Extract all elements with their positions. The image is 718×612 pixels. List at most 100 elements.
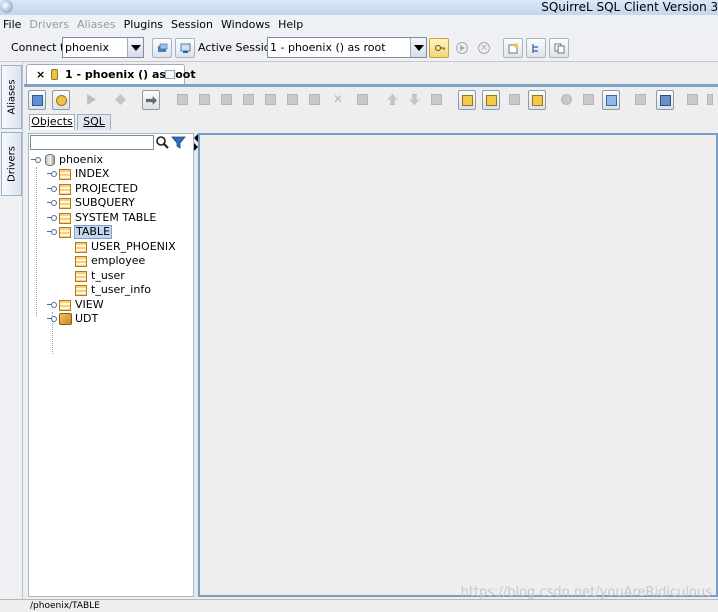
connect-button[interactable] xyxy=(152,38,172,58)
tool-button-10[interactable] xyxy=(458,90,476,110)
lock-icon xyxy=(707,94,713,105)
active-session-combo[interactable]: 1 - phoenix () as root xyxy=(267,37,427,58)
table-icon xyxy=(75,242,87,253)
float-tab-icon[interactable] xyxy=(165,70,175,79)
tree-node-label: INDEX xyxy=(75,167,110,180)
tree-node-index[interactable]: INDEX xyxy=(47,167,187,181)
tool-button-12[interactable] xyxy=(506,90,524,110)
filter-icon[interactable] xyxy=(171,135,186,150)
expand-toggle-icon[interactable] xyxy=(47,185,57,193)
tool-button-19[interactable] xyxy=(704,90,716,110)
expand-toggle-icon[interactable] xyxy=(47,301,57,309)
expand-toggle-icon[interactable] xyxy=(47,199,57,207)
stop-icon[interactable]: × xyxy=(478,42,490,54)
refresh-button[interactable] xyxy=(28,90,46,110)
tree-node-subquery[interactable]: SUBQUERY xyxy=(47,196,187,210)
goto-button[interactable] xyxy=(142,90,160,110)
search-icon[interactable] xyxy=(155,135,170,150)
tree-node-label: PROJECTED xyxy=(75,182,138,195)
sync-icon xyxy=(56,95,67,106)
tool-button-3[interactable] xyxy=(218,90,236,110)
tree-node-root[interactable]: phoenix xyxy=(31,153,191,167)
menu-plugins[interactable]: Plugins xyxy=(121,18,168,31)
explain-button[interactable] xyxy=(112,90,130,110)
table-icon xyxy=(75,271,87,282)
tree-node-label: phoenix xyxy=(59,153,103,166)
expand-toggle-icon[interactable] xyxy=(31,156,41,164)
tool-button-6[interactable] xyxy=(284,90,302,110)
tab-objects[interactable]: Objects xyxy=(29,114,75,130)
drivers-tab-label: Drivers xyxy=(6,146,17,182)
tool-button-2[interactable] xyxy=(196,90,214,110)
find-button[interactable] xyxy=(558,90,576,110)
drivers-tab[interactable]: Drivers xyxy=(1,132,22,196)
tool-button-15[interactable] xyxy=(602,90,620,110)
connect-to-combo[interactable]: phoenix xyxy=(62,37,144,58)
table-edit-icon xyxy=(462,95,473,106)
sync-button[interactable] xyxy=(52,90,70,110)
aliases-tab[interactable]: Aliases xyxy=(1,65,22,129)
tool-button-13[interactable] xyxy=(528,90,546,110)
search-input[interactable] xyxy=(30,135,154,150)
run-sql-button[interactable] xyxy=(429,38,449,58)
expand-toggle-icon[interactable] xyxy=(47,214,57,222)
tree-node-projected[interactable]: PROJECTED xyxy=(47,182,187,196)
menu-file[interactable]: File xyxy=(0,18,26,31)
expand-toggle-icon[interactable] xyxy=(47,228,57,236)
tree-node-table[interactable]: TABLE xyxy=(47,225,187,239)
play-icon[interactable] xyxy=(456,42,468,54)
tree-node-system-table[interactable]: SYSTEM TABLE xyxy=(47,211,187,225)
expand-toggle-icon[interactable] xyxy=(47,170,57,178)
clipboard-icon xyxy=(687,94,698,105)
edit-icon xyxy=(199,94,210,105)
menu-session[interactable]: Session xyxy=(168,18,218,31)
tile-button[interactable] xyxy=(526,38,546,58)
tool-button-9[interactable] xyxy=(428,90,446,110)
tool-button-8[interactable] xyxy=(354,90,372,110)
menu-windows[interactable]: Windows xyxy=(218,18,275,31)
tree-node-label: SYSTEM TABLE xyxy=(75,211,157,224)
main-toolbar: Connect to: phoenix Active Session: 1 - … xyxy=(0,33,718,62)
menu-drivers[interactable]: Drivers xyxy=(26,18,74,31)
menu-bar: File Drivers Aliases Plugins Session Win… xyxy=(0,15,718,33)
tool-button-7[interactable] xyxy=(306,90,324,110)
tool-button-5[interactable] xyxy=(262,90,280,110)
tree-node-udt[interactable]: UDT xyxy=(47,312,187,326)
session-toolbar: ✕ xyxy=(28,90,718,110)
tool-button-16[interactable] xyxy=(632,90,650,110)
move-down-button[interactable] xyxy=(406,90,424,110)
tree-leaf-employee[interactable]: employee xyxy=(75,254,191,268)
session-tab[interactable]: × 1 - phoenix () as root xyxy=(26,64,196,84)
chevron-down-icon[interactable] xyxy=(410,38,426,57)
tree-node-view[interactable]: VIEW xyxy=(47,298,187,312)
tree-leaf-user-phoenix[interactable]: USER_PHOENIX xyxy=(75,240,191,254)
document-icon xyxy=(177,94,188,105)
cascade-button[interactable] xyxy=(549,38,569,58)
tool-button-11[interactable] xyxy=(482,90,500,110)
tool-button-14[interactable] xyxy=(580,90,598,110)
tree-leaf-t-user-info[interactable]: t_user_info xyxy=(75,283,191,297)
tree-node-label: UDT xyxy=(75,312,99,325)
tab-sql[interactable]: SQL xyxy=(77,114,111,130)
close-tab-icon[interactable]: × xyxy=(36,68,45,81)
tool-button-4[interactable] xyxy=(240,90,258,110)
tool-button-1[interactable] xyxy=(174,90,192,110)
tree-node-label: USER_PHOENIX xyxy=(91,240,176,253)
run-button[interactable] xyxy=(82,90,100,110)
expand-toggle-icon[interactable] xyxy=(47,315,57,323)
menu-aliases[interactable]: Aliases xyxy=(74,18,121,31)
stack-icon xyxy=(509,94,520,105)
move-up-button[interactable] xyxy=(384,90,402,110)
new-window-button[interactable] xyxy=(503,38,523,58)
chevron-down-icon[interactable] xyxy=(127,38,143,57)
session-frame: × 1 - phoenix () as root ✕ Objects SQL p… xyxy=(24,62,718,598)
tool-button-18[interactable] xyxy=(684,90,702,110)
tree-leaf-t-user[interactable]: t_user xyxy=(75,269,191,283)
tool-button-17[interactable] xyxy=(656,90,674,110)
menu-help[interactable]: Help xyxy=(275,18,308,31)
database-icon xyxy=(45,154,55,166)
table-icon xyxy=(59,184,71,195)
new-session-button[interactable] xyxy=(175,38,195,58)
delete-button[interactable]: ✕ xyxy=(330,90,348,110)
tree-node-label: employee xyxy=(91,254,146,267)
